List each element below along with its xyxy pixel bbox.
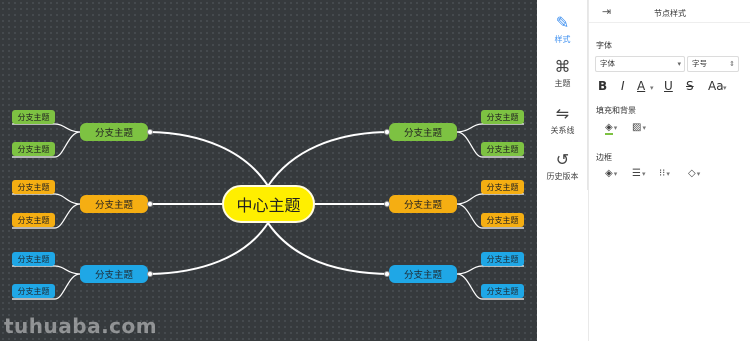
leaf-topic[interactable]: 分支主题 [12,213,55,227]
paint-bucket-icon: ◈ [605,168,613,179]
collapse-dot[interactable] [147,271,153,277]
chevron-down-icon: ▾ [613,170,618,178]
node-shape-button[interactable]: ◇▾ [688,168,700,179]
leaf-topic[interactable]: 分支主题 [12,180,55,194]
background-pattern-icon: ▨ [632,122,642,133]
collapse-dot[interactable] [147,201,153,207]
font-family-value: 字体 [600,59,615,68]
style-tool-button[interactable]: ✎ 样式 [537,6,588,52]
chevron-down-icon: ▾ [642,124,646,132]
history-icon: ↺ [555,149,570,169]
strikethrough-button[interactable]: S [686,79,694,93]
collapse-dot[interactable] [384,129,390,135]
branch-topic-right-2[interactable]: 分支主题 [389,195,457,213]
chevron-down-icon: ▾ [641,170,646,178]
chevron-down-icon: ▾ [613,124,618,132]
chevron-down-icon: ▾ [650,84,654,92]
fill-color-button[interactable]: ◈▾ [605,122,618,135]
paint-bucket-icon: ◈ [605,122,613,135]
branch-topic-right-3[interactable]: 分支主题 [389,265,457,283]
watermark: tuhuaba.com [4,314,158,338]
chevron-down-icon: ⇕ [729,60,735,68]
divider [589,22,750,23]
font-family-select[interactable]: 字体 ▾ [595,56,685,72]
side-toolbar: ✎ 样式 ⌘ 主题 ⇋ 关系线 ↺ 历史版本 [537,0,588,190]
fill-section-label: 填充和背景 [596,106,636,115]
chevron-down-icon: ▾ [696,170,701,178]
theme-grid-icon: ⌘ [554,56,571,76]
underline-button[interactable]: U [664,79,673,93]
chevron-down-icon: ▾ [677,60,681,68]
collapse-dot[interactable] [384,201,390,207]
font-section-label: 字体 [596,41,612,50]
border-style-button[interactable]: ⁝⁝▾ [659,168,670,179]
font-color-button[interactable]: A [637,79,645,93]
leaf-topic[interactable]: 分支主题 [481,110,524,124]
relation-line-icon: ⇋ [555,103,570,123]
leaf-topic[interactable]: 分支主题 [12,110,55,124]
border-color-button[interactable]: ◈▾ [605,168,617,179]
border-section-label: 边框 [596,153,612,162]
text-case-button[interactable]: Aa [708,79,724,93]
chevron-down-icon: ▾ [666,170,670,178]
italic-button[interactable]: I [621,79,625,93]
tool-label: 历史版本 [546,171,579,181]
dashed-line-icon: ⁝⁝ [659,168,666,179]
relation-line-tool-button[interactable]: ⇋ 关系线 [537,97,588,143]
paint-brush-icon: ✎ [555,12,570,32]
leaf-topic[interactable]: 分支主题 [12,252,55,266]
mindmap-canvas[interactable]: 中心主题 分支主题 分支主题 分支主题 分支主题 分支主题 分支主题 分支主题 … [0,0,537,341]
font-size-select[interactable]: 字号 ⇕ [687,56,739,72]
collapse-dot[interactable] [147,129,153,135]
style-panel: ⇥ 节点样式 字体 字体 ▾ 字号 ⇕ B I A ▾ U S Aa ▾ 填充和… [588,0,750,341]
leaf-topic[interactable]: 分支主题 [481,142,524,156]
leaf-topic[interactable]: 分支主题 [12,284,55,298]
history-tool-button[interactable]: ↺ 历史版本 [537,143,588,189]
branch-topic-left-3[interactable]: 分支主题 [80,265,148,283]
chevron-down-icon: ▾ [723,84,727,92]
border-width-button[interactable]: ☰▾ [632,168,645,179]
bold-button[interactable]: B [598,79,607,93]
connector-lines [12,123,524,300]
leaf-topic[interactable]: 分支主题 [481,284,524,298]
branch-topic-right-1[interactable]: 分支主题 [389,123,457,141]
panel-title: 节点样式 [654,9,686,18]
leaf-topic[interactable]: 分支主题 [481,213,524,227]
center-topic[interactable]: 中心主题 [222,185,315,223]
branch-topic-left-2[interactable]: 分支主题 [80,195,148,213]
tool-label: 样式 [554,34,571,44]
theme-tool-button[interactable]: ⌘ 主题 [537,50,588,96]
leaf-topic[interactable]: 分支主题 [481,252,524,266]
leaf-topic[interactable]: 分支主题 [481,180,524,194]
font-size-value: 字号 [692,59,707,68]
leaf-topic[interactable]: 分支主题 [12,142,55,156]
tool-label: 主题 [554,78,571,88]
collapse-dot[interactable] [384,271,390,277]
line-width-icon: ☰ [632,168,641,179]
tool-label: 关系线 [550,125,575,135]
background-image-button[interactable]: ▨▾ [632,122,646,133]
diamond-shape-icon: ◇ [688,168,696,179]
branch-topic-left-1[interactable]: 分支主题 [80,123,148,141]
